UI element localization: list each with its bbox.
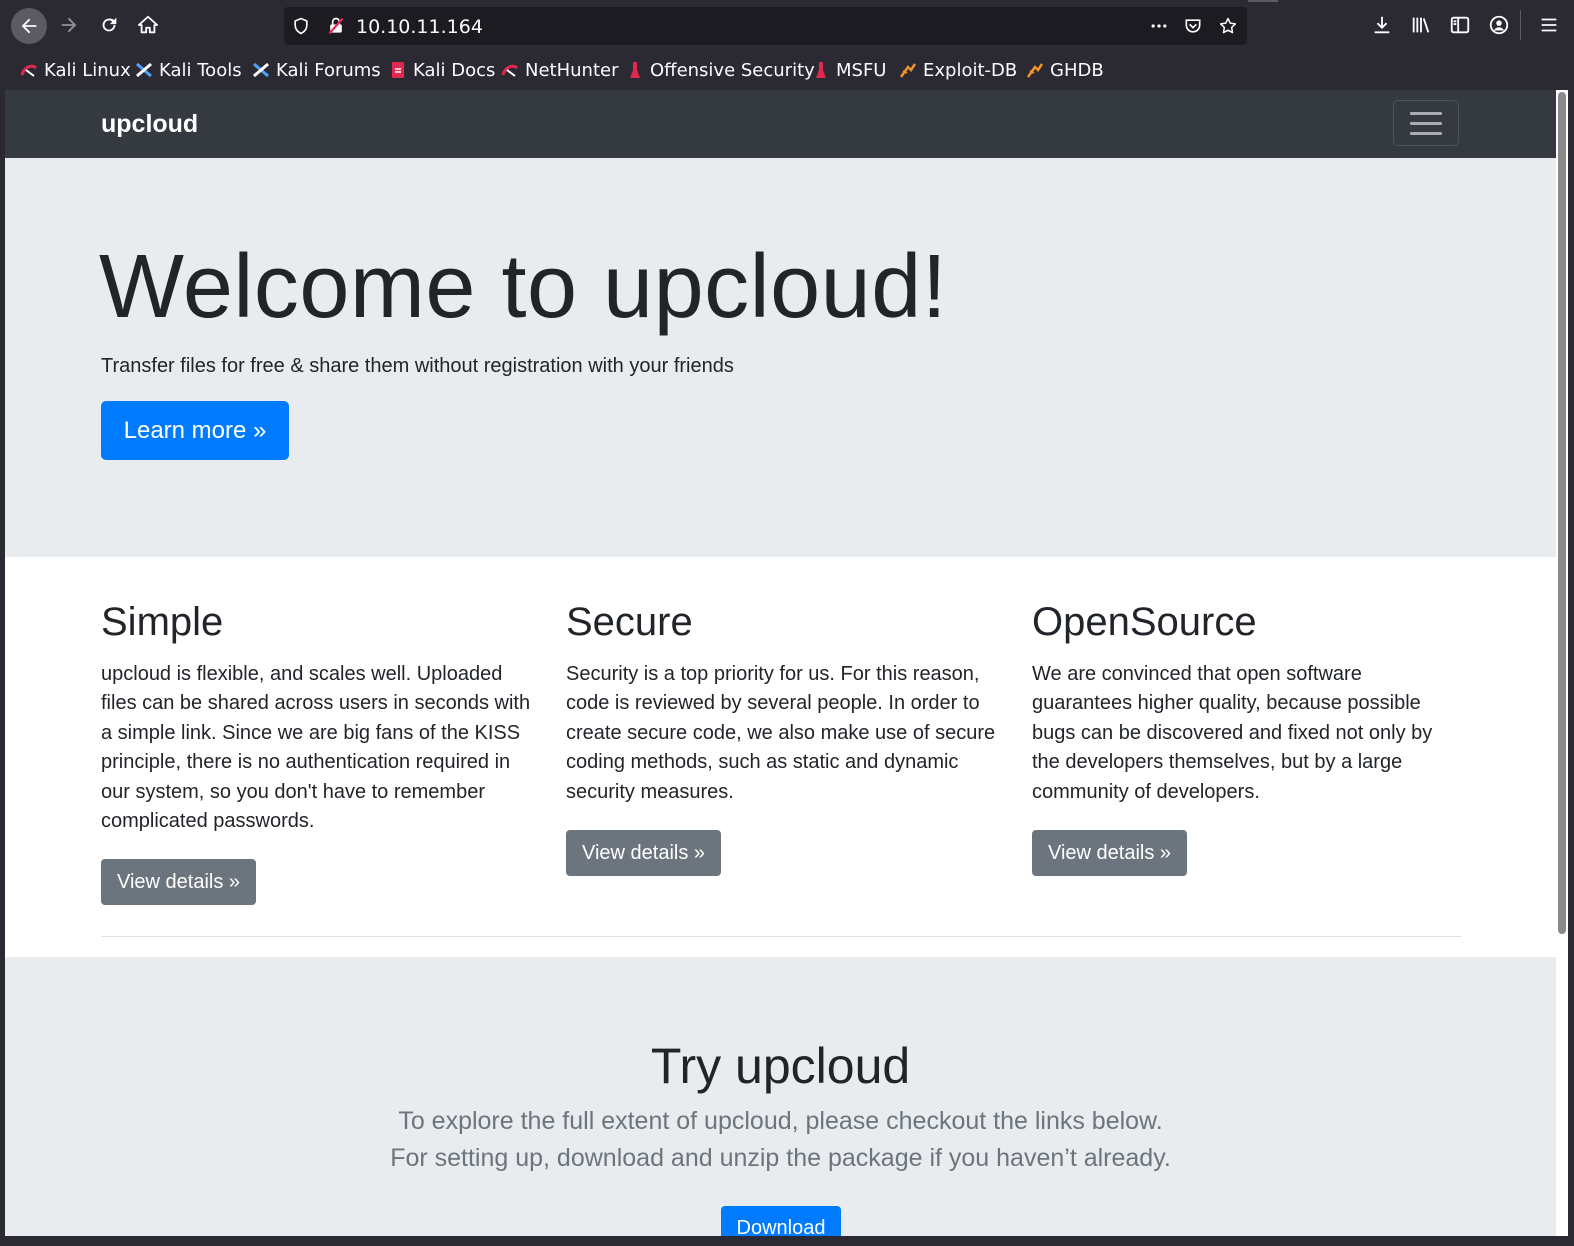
star-icon[interactable] [1217, 15, 1239, 37]
kali-forums-icon [253, 62, 269, 78]
feature-body: Security is a top priority for us. For t… [566, 663, 996, 803]
sidebar-button[interactable] [1443, 8, 1477, 42]
bookmark-ghdb[interactable]: GHDB [1026, 58, 1104, 82]
toggler-bar [1410, 111, 1442, 115]
reload-icon [102, 17, 117, 32]
home-icon [137, 15, 159, 34]
url-text[interactable]: 10.10.11.164 [356, 16, 483, 38]
feature-body: upcloud is flexible, and scales well. Up… [101, 663, 531, 833]
scrollbar-thumb[interactable] [1558, 92, 1566, 934]
library-button[interactable] [1404, 8, 1438, 42]
insecure-lock-icon[interactable] [325, 15, 347, 37]
back-arrow-icon [21, 18, 37, 34]
navbar-toggle-button[interactable] [1393, 100, 1459, 146]
feature-secure: Secure Security is a top priority for us… [566, 598, 996, 877]
hamburger-menu-icon [1541, 18, 1557, 32]
page-actions-icon[interactable] [1148, 15, 1170, 37]
learn-more-button[interactable]: Learn more » [101, 401, 289, 460]
try-line-2: For setting up, download and unzip the p… [390, 1144, 1171, 1172]
msfu-icon [816, 62, 826, 78]
library-icon [1412, 17, 1430, 33]
ghdb-icon [1026, 63, 1044, 78]
kali-docs-icon [392, 62, 404, 78]
nethunter-icon [501, 64, 519, 77]
forward-button[interactable] [52, 8, 86, 42]
feature-title: OpenSource [1032, 600, 1257, 644]
offensive-security-icon [630, 62, 640, 78]
feature-simple: Simple upcloud is flexible, and scales w… [101, 598, 531, 906]
kali-tools-icon [136, 62, 152, 78]
view-details-button[interactable]: View details » [101, 859, 257, 906]
try-section: Try upcloud To explore the full extent o… [5, 957, 1556, 1236]
account-icon [1489, 15, 1509, 35]
back-button[interactable] [11, 8, 47, 44]
site-brand[interactable]: upcloud [101, 110, 198, 139]
bookmark-exploit-db[interactable]: Exploit-DB [899, 58, 1017, 82]
exploit-db-icon [899, 63, 917, 78]
menu-button[interactable] [1532, 8, 1566, 42]
tab-strip-edge [1248, 0, 1278, 2]
hero-title: Welcome to upcloud! [99, 237, 948, 337]
site-navbar: upcloud [5, 90, 1556, 158]
home-button[interactable] [131, 8, 165, 42]
account-button[interactable] [1482, 8, 1516, 42]
try-line-1: To explore the full extent of upcloud, p… [398, 1107, 1163, 1135]
feature-body: We are convinced that open software guar… [1032, 663, 1433, 803]
shield-icon[interactable] [290, 15, 312, 37]
sidebar-icon [1450, 16, 1470, 34]
view-details-button[interactable]: View details » [1032, 830, 1188, 877]
toggler-bar [1410, 131, 1442, 135]
pocket-icon[interactable] [1182, 15, 1204, 37]
bookmark-kali-tools[interactable]: Kali Tools [135, 58, 242, 82]
kali-linux-icon [20, 64, 38, 77]
browser-toolbar: 10.10.11.164 [0, 0, 1574, 50]
page-viewport: upcloud Welcome to upcloud! Transfer fil… [5, 90, 1556, 1236]
toolbar-divider [1520, 10, 1521, 40]
downloads-button[interactable] [1365, 8, 1399, 42]
section-divider [101, 936, 1461, 937]
bookmark-kali-forums[interactable]: Kali Forums [252, 58, 381, 82]
try-title: Try upcloud [650, 1038, 911, 1094]
feature-title: Simple [101, 600, 224, 644]
bookmark-kali-docs[interactable]: Kali Docs [389, 58, 495, 82]
hero-section: Welcome to upcloud! Transfer files for f… [5, 158, 1556, 557]
feature-opensource: OpenSource We are convinced that open so… [1032, 598, 1462, 877]
forward-arrow-icon [61, 17, 77, 33]
bookmarks-toolbar: Kali Linux Kali Tools Kali Forums Kali D… [0, 50, 1574, 90]
bookmark-msfu[interactable]: MSFU [812, 58, 886, 82]
bookmark-kali-linux[interactable]: Kali Linux [20, 58, 131, 82]
bookmark-offensive-security[interactable]: Offensive Security [626, 58, 815, 82]
feature-title: Secure [566, 600, 693, 644]
toggler-bar [1410, 121, 1442, 125]
reload-button[interactable] [92, 8, 126, 42]
bookmark-nethunter[interactable]: NetHunter [501, 58, 618, 82]
address-bar[interactable]: 10.10.11.164 [284, 7, 1247, 45]
page-scrollbar[interactable] [1556, 90, 1568, 1236]
view-details-button[interactable]: View details » [566, 830, 722, 877]
hero-lead: Transfer files for free & share them wit… [101, 355, 734, 377]
download-icon [1374, 16, 1390, 34]
window-bottom-edge [0, 1236, 1574, 1246]
download-button[interactable]: Download [721, 1206, 841, 1236]
